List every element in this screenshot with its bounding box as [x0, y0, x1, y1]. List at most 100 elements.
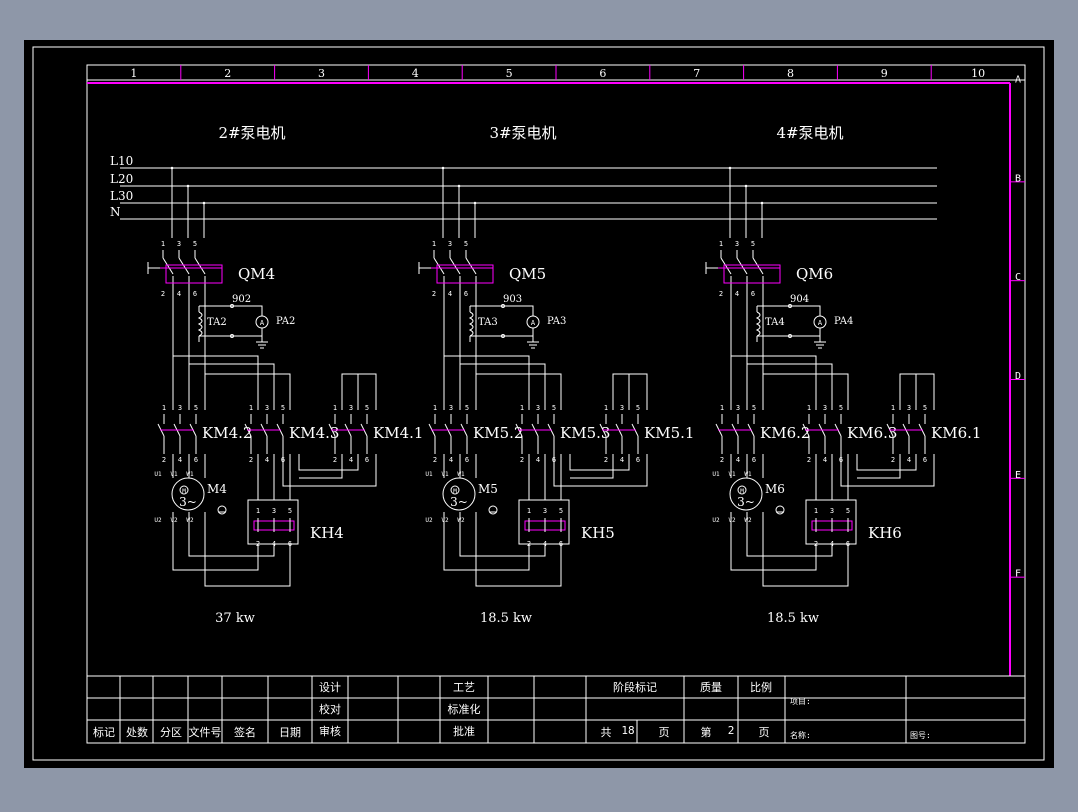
- pole-number: 3: [349, 404, 353, 412]
- pole-number: V2: [728, 517, 736, 524]
- pole-number: 4: [449, 456, 453, 464]
- tb-header: 分区: [160, 726, 182, 739]
- zone-row-label: A: [1015, 74, 1021, 85]
- pole-number: 5: [752, 404, 756, 412]
- ammeter-label: PA4: [834, 316, 853, 327]
- ammeter-label: PA3: [547, 316, 566, 327]
- power-rating: 18.5 kw: [480, 611, 532, 626]
- pole-number: 2: [433, 456, 437, 464]
- pole-number: 3: [543, 507, 547, 515]
- electrical-schematic: 1 2 3 4 5 6 7 8 9 10 A B C D E F L10 L20 L30 N 2#泵电机 1 3 5 2 4 6…: [24, 40, 1054, 768]
- pole-number: 1: [807, 404, 811, 412]
- tb-page-value: 2: [728, 724, 735, 737]
- tap-dot: [728, 166, 732, 170]
- pole-number: 1: [891, 404, 895, 412]
- zone-column-label: 1: [130, 67, 137, 80]
- pole-number: 6: [194, 456, 198, 464]
- zone-row-label: C: [1015, 272, 1021, 283]
- pole-number: 3: [272, 507, 276, 515]
- zone-row-label: D: [1015, 371, 1021, 382]
- tb-name: 名称:: [790, 730, 811, 740]
- contactor-label: KM4.1: [373, 424, 423, 442]
- pole-number: U1: [712, 471, 720, 478]
- pole-number: V1: [728, 471, 736, 478]
- pole-number: 1: [249, 404, 253, 412]
- pole-number: 3: [830, 507, 834, 515]
- pole-number: W1: [186, 471, 194, 478]
- pole-number: 4: [177, 290, 181, 298]
- tap-dot: [202, 201, 206, 205]
- pole-number: 2: [249, 456, 253, 464]
- pole-number: 6: [365, 456, 369, 464]
- bus-label: L30: [110, 189, 133, 203]
- tb-process: 标准化: [448, 702, 481, 716]
- pole-number: 4: [272, 540, 276, 548]
- wire-number: 902: [232, 294, 251, 305]
- breaker-label: QM6: [796, 265, 833, 283]
- pole-number: 5: [839, 404, 843, 412]
- pole-number: 2: [604, 456, 608, 464]
- pole-number: V2: [441, 517, 449, 524]
- pole-number: 1: [719, 240, 723, 248]
- pole-number: 4: [736, 456, 740, 464]
- pole-number: 4: [536, 456, 540, 464]
- motor-phase-label: 3~: [450, 495, 468, 509]
- tb-total-value: 18: [621, 724, 634, 737]
- breaker-label: QM5: [509, 265, 546, 283]
- pole-number: 2: [807, 456, 811, 464]
- pole-number: 3: [449, 404, 453, 412]
- zone-row-label: B: [1015, 173, 1021, 184]
- pole-number: 1: [161, 240, 165, 248]
- pole-number: 2: [520, 456, 524, 464]
- pole-number: 5: [559, 507, 563, 515]
- pole-number: W1: [744, 471, 752, 478]
- motor-symbol: M: [740, 488, 744, 495]
- pole-number: W2: [744, 517, 752, 524]
- tb-page-unit: 页: [759, 726, 770, 739]
- pole-number: 4: [448, 290, 452, 298]
- pole-number: 6: [636, 456, 640, 464]
- pole-number: 6: [288, 540, 292, 548]
- pole-number: W1: [457, 471, 465, 478]
- pole-number: 6: [923, 456, 927, 464]
- tb-stage-mark: 阶段标记: [613, 680, 657, 694]
- contactor-label: KM4.3: [289, 424, 339, 442]
- pole-number: 5: [464, 240, 468, 248]
- bus-label: N: [110, 205, 121, 219]
- tb-role: 设计: [319, 681, 341, 694]
- pole-number: 6: [559, 540, 563, 548]
- pole-number: 6: [752, 456, 756, 464]
- tap-dot: [473, 201, 477, 205]
- power-rating: 18.5 kw: [767, 611, 819, 626]
- zone-column-label: 7: [693, 67, 700, 80]
- ammeter-label: PA2: [276, 316, 295, 327]
- tap-dot: [441, 166, 445, 170]
- pole-number: 3: [736, 404, 740, 412]
- pole-number: 2: [527, 540, 531, 548]
- pole-number: U2: [154, 517, 162, 524]
- bus-label: L10: [110, 154, 133, 168]
- pole-number: V1: [441, 471, 449, 478]
- pole-number: 5: [193, 240, 197, 248]
- contactor-label: KM6.1: [931, 424, 981, 442]
- pump-title: 3#泵电机: [489, 124, 556, 142]
- tb-total-prefix: 共: [601, 726, 612, 739]
- pole-number: 2: [719, 290, 723, 298]
- tb-header: 文件号: [189, 725, 222, 739]
- pole-number: 3: [178, 404, 182, 412]
- pole-number: 6: [193, 290, 197, 298]
- pole-number: 5: [751, 240, 755, 248]
- cad-viewport: 1 2 3 4 5 6 7 8 9 10 A B C D E F L10 L20 L30 N 2#泵电机 1 3 5 2 4 6…: [0, 0, 1078, 808]
- relay-label: KH6: [868, 524, 902, 542]
- contactor-label: KM5.2: [473, 424, 523, 442]
- pole-number: 1: [604, 404, 608, 412]
- tb-header: 处数: [126, 726, 148, 739]
- ct-label: TA4: [765, 317, 785, 328]
- pole-number: 3: [536, 404, 540, 412]
- contactor-label: KM4.2: [202, 424, 252, 442]
- pole-number: 2: [333, 456, 337, 464]
- pole-number: 3: [620, 404, 624, 412]
- tb-scale: 比例: [750, 680, 772, 694]
- pole-number: 6: [464, 290, 468, 298]
- pole-number: 2: [814, 540, 818, 548]
